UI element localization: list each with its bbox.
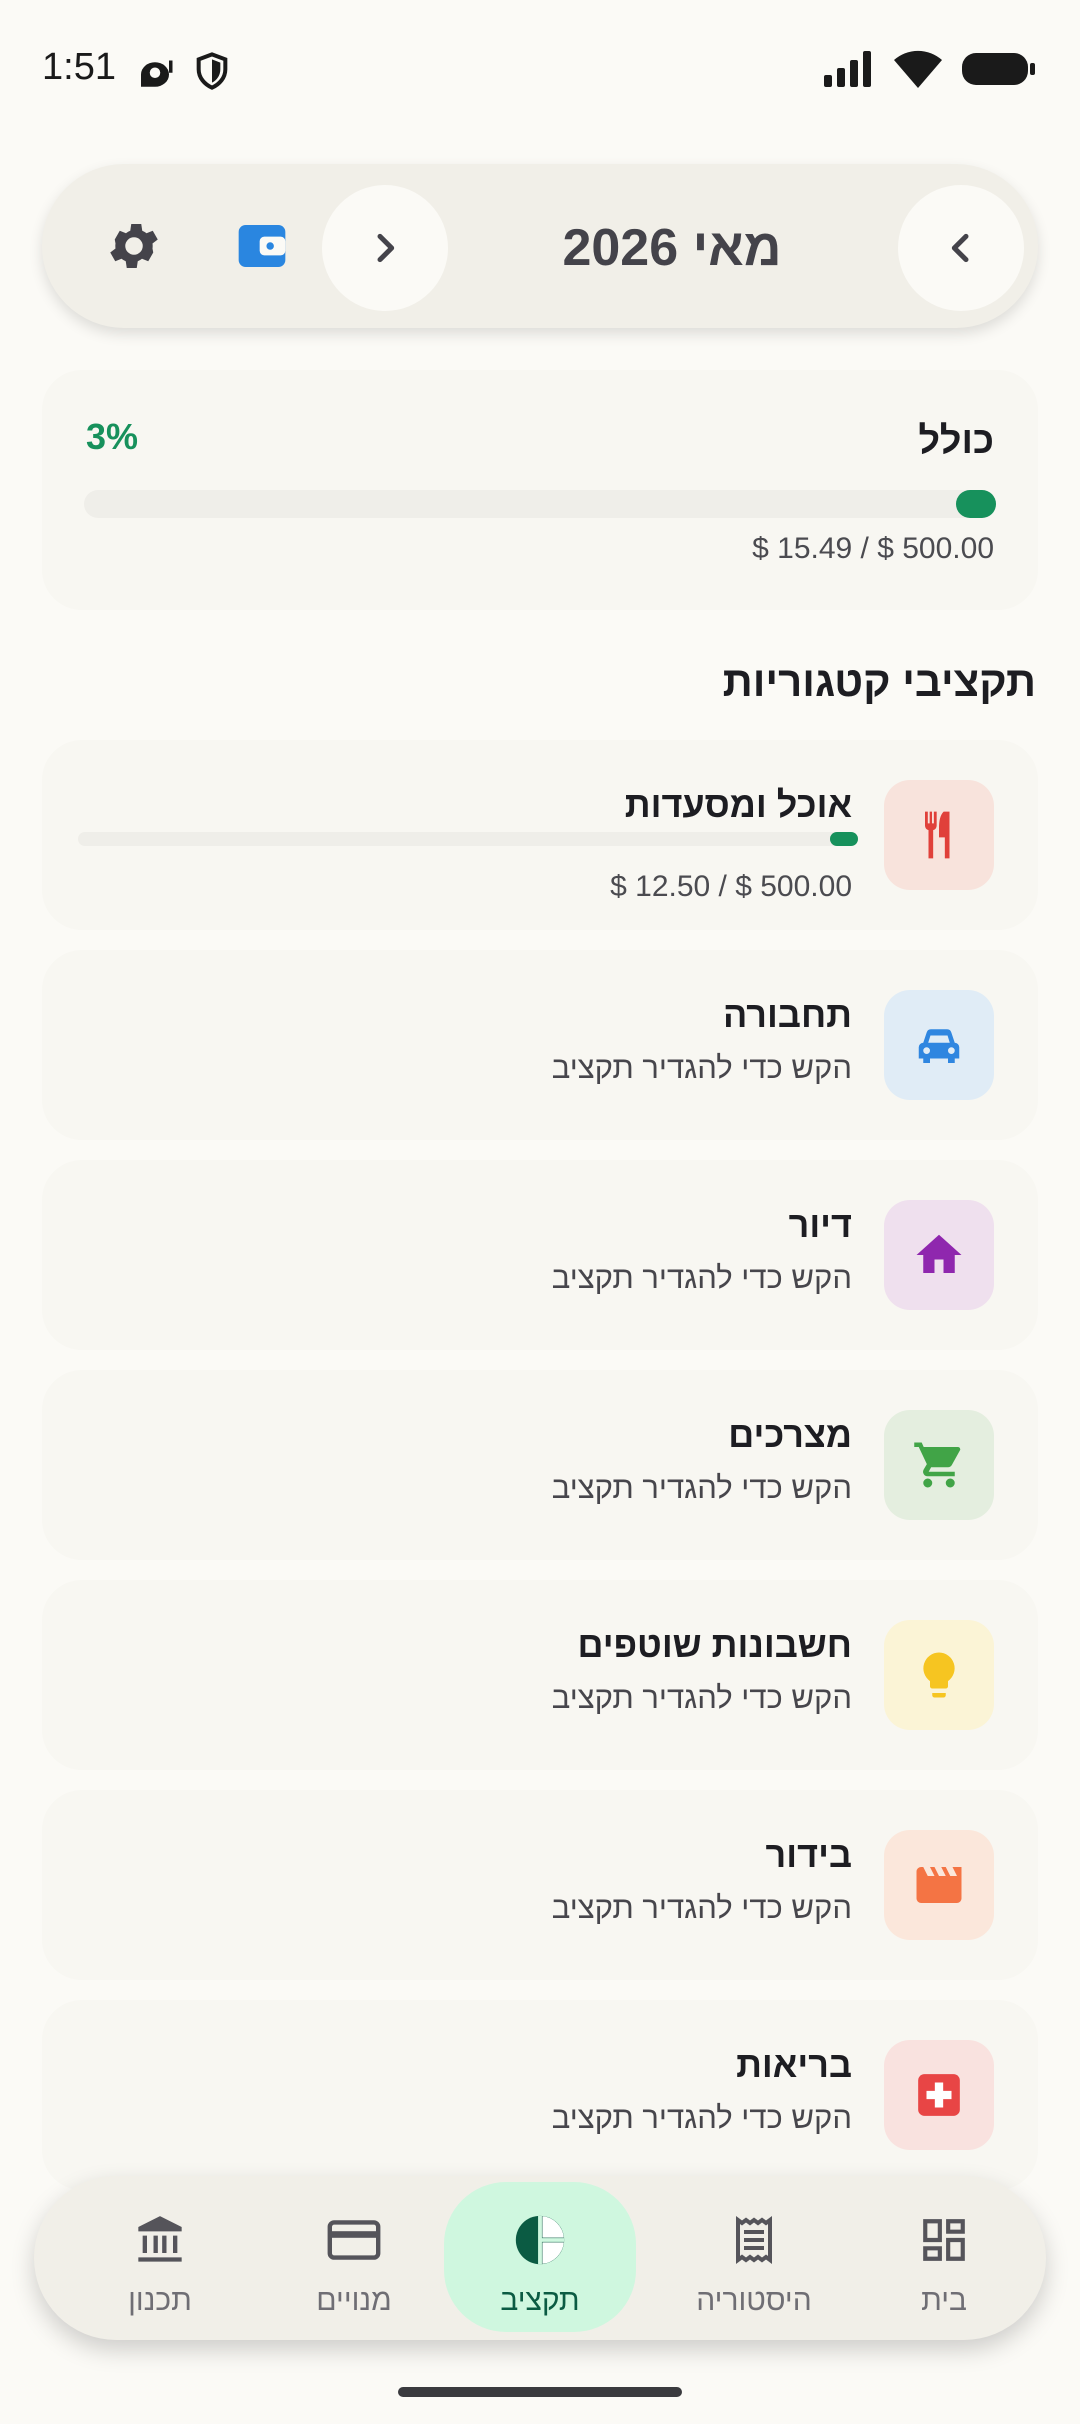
wallet-button[interactable]: [226, 210, 298, 282]
status-time: 1:51: [42, 46, 116, 88]
lightbulb-icon: [923, 1652, 955, 1698]
category-name: בריאות: [736, 2044, 852, 2085]
category-icon-box: [884, 1620, 994, 1730]
settings-button[interactable]: [98, 210, 170, 282]
nav-item-home[interactable]: בית: [874, 2176, 1014, 2340]
category-icon-box: [884, 780, 994, 890]
nav-label: תכנון: [128, 2284, 192, 2317]
overall-progress-track: [84, 490, 996, 518]
category-name: חשבונות שוטפים: [577, 1624, 852, 1665]
category-icon-box: [884, 1200, 994, 1310]
category-icon-box: [884, 1830, 994, 1940]
nav-label: היסטוריה: [696, 2284, 812, 2317]
nav-item-subscriptions[interactable]: מנויים: [284, 2176, 424, 2340]
category-name: תחבורה: [723, 994, 852, 1035]
category-hint: הקש כדי להגדיר תקציב: [551, 1680, 852, 1715]
nav-label: תקציב: [500, 2284, 580, 2317]
category-name: אוכל ומסעדות: [624, 784, 852, 825]
chevron-left-icon: [951, 233, 969, 263]
category-name: בידור: [765, 1834, 852, 1875]
nav-label: בית: [921, 2284, 967, 2317]
receipt-icon: [736, 2216, 772, 2264]
nav-item-planning[interactable]: תכנון: [90, 2176, 230, 2340]
category-card-utilities[interactable]: חשבונות שוטפים הקש כדי להגדיר תקציב: [42, 1580, 1038, 1770]
wifi-icon: [894, 50, 942, 88]
home-indicator[interactable]: [398, 2387, 682, 2397]
clapperboard-icon: [916, 1867, 962, 1903]
signal-icon: [824, 51, 871, 87]
overall-percent: 3%: [86, 416, 139, 457]
category-name: מצרכים: [728, 1414, 852, 1455]
notification-icon: [134, 50, 176, 97]
home-icon: [916, 1234, 962, 1273]
gear-icon: [110, 224, 158, 268]
category-hint: הקש כדי להגדיר תקציב: [551, 2100, 852, 2135]
category-card-food[interactable]: אוכל ומסעדות $ 12.50 / $ 500.00: [42, 740, 1038, 930]
category-card-health[interactable]: בריאות הקש כדי להגדיר תקציב: [42, 2000, 1038, 2190]
category-progress-track: [78, 832, 858, 846]
pie-chart-icon: [515, 2215, 565, 2265]
nav-item-budget[interactable]: תקציב: [470, 2176, 610, 2340]
next-month-button[interactable]: [322, 185, 448, 311]
category-card-housing[interactable]: דיור הקש כדי להגדיר תקציב: [42, 1160, 1038, 1350]
dashboard-icon: [923, 2219, 965, 2261]
category-hint: הקש כדי להגדיר תקציב: [551, 1050, 852, 1085]
overall-progress-fill: [956, 490, 996, 518]
category-amount: $ 12.50 / $ 500.00: [610, 870, 852, 903]
category-icon-box: [884, 990, 994, 1100]
medical-icon: [918, 2074, 960, 2116]
wallet-icon: [238, 225, 286, 267]
shield-icon: [192, 50, 232, 97]
category-card-transport[interactable]: תחבורה הקש כדי להגדיר תקציב: [42, 950, 1038, 1140]
category-name: דיור: [788, 1204, 852, 1245]
car-icon: [918, 1029, 960, 1063]
month-title: מאי 2026: [562, 219, 782, 277]
category-card-groceries[interactable]: מצרכים הקש כדי להגדיר תקציב: [42, 1370, 1038, 1560]
nav-label: מנויים: [316, 2284, 392, 2317]
category-icon-box: [884, 1410, 994, 1520]
category-icon-box: [884, 2040, 994, 2150]
cart-icon: [914, 1442, 961, 1488]
month-toolbar: מאי 2026: [42, 164, 1038, 328]
category-hint: הקש כדי להגדיר תקציב: [551, 1890, 852, 1925]
category-hint: הקש כדי להגדיר תקציב: [551, 1470, 852, 1505]
bank-icon: [138, 2216, 182, 2262]
overall-amount: $ 15.49 / $ 500.00: [752, 532, 994, 565]
card-icon: [327, 2220, 381, 2260]
bottom-navigation: בית היסטוריה תקציב מנויים תכנון: [34, 2176, 1046, 2340]
overall-budget-card[interactable]: כולל 3% $ 15.49 / $ 500.00: [42, 370, 1038, 610]
chevron-right-icon: [377, 233, 395, 263]
nav-item-history[interactable]: היסטוריה: [654, 2176, 854, 2340]
status-right-icons: [824, 50, 1036, 88]
category-progress-fill: [830, 832, 858, 846]
category-hint: הקש כדי להגדיר תקציב: [551, 1260, 852, 1295]
section-title: תקציבי קטגוריות: [722, 658, 1036, 705]
restaurant-icon: [925, 811, 950, 859]
battery-icon: [962, 53, 1035, 85]
category-card-entertainment[interactable]: בידור הקש כדי להגדיר תקציב: [42, 1790, 1038, 1980]
prev-month-button[interactable]: [898, 185, 1024, 311]
overall-title: כולל: [918, 420, 994, 462]
